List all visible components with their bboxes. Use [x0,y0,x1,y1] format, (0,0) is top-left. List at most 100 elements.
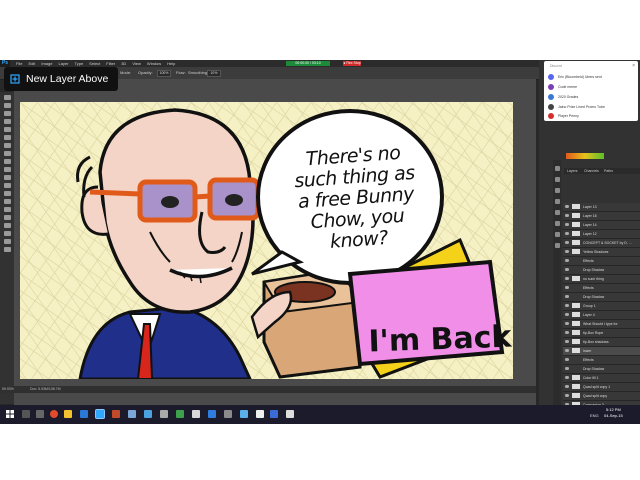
character-panel-icon[interactable] [554,210,560,215]
notification-row[interactable]: Eric (Bloombeld) Ubers sent [548,73,636,81]
menu-filter[interactable]: Filter [106,60,115,67]
eye-icon[interactable] [565,250,569,253]
layer-row[interactable]: Drop Shadow [563,266,640,275]
mail-icon[interactable] [80,410,88,418]
layer-row[interactable]: CONCEPT & SOCKET by D. ... [563,239,640,248]
eye-icon[interactable] [565,205,569,208]
eye-icon[interactable] [565,277,569,280]
app-icon[interactable] [176,410,184,418]
tab-layers[interactable]: Layers [567,169,578,173]
eraser-tool-icon[interactable] [3,175,11,180]
actions-panel-icon[interactable] [554,243,560,248]
eye-icon[interactable] [565,295,569,298]
brush-tool-icon[interactable] [3,151,11,156]
task-view-icon[interactable] [36,410,44,418]
app-icon[interactable] [144,410,152,418]
windows-start-icon[interactable] [6,410,14,418]
adjustments-panel-icon[interactable] [554,188,560,193]
eye-icon[interactable] [565,304,569,307]
app-icon[interactable] [160,410,168,418]
stop-recording-button[interactable]: ● Rec Stop [343,61,361,66]
layer-row[interactable]: Layer 13 [563,203,640,212]
eyedropper-tool-icon[interactable] [3,135,11,140]
menu-image[interactable]: Image [41,60,52,67]
close-icon[interactable]: × [632,63,635,69]
app-icon[interactable] [240,410,248,418]
eye-icon[interactable] [565,385,569,388]
layer-row[interactable]: Layer 14 [563,221,640,230]
eye-icon[interactable] [565,313,569,316]
zoom-level[interactable]: 59.93% [2,387,14,391]
layer-row[interactable]: Layer 18 [563,212,640,221]
app-icon[interactable] [192,410,200,418]
menu-edit[interactable]: Edit [28,60,35,67]
document-canvas[interactable]: There's no such thing as a free Bunny Ch… [20,102,513,379]
layer-row[interactable]: Drop Shadow [563,365,640,374]
move-tool-icon[interactable] [3,95,11,100]
eye-icon[interactable] [565,259,569,262]
menu-select[interactable]: Select [89,60,100,67]
pen-tool-icon[interactable] [3,207,11,212]
layer-row[interactable]: Effects [563,284,640,293]
properties-panel-icon[interactable] [554,177,560,182]
eye-icon[interactable] [565,376,569,379]
menu-file[interactable]: File [16,60,22,67]
eye-icon[interactable] [565,394,569,397]
lasso-tool-icon[interactable] [3,111,11,116]
layer-row[interactable]: What Should I type for [563,320,640,329]
brushes-panel-icon[interactable] [554,199,560,204]
chrome-icon[interactable] [50,410,58,418]
app-icon[interactable] [256,410,264,418]
history-panel-icon[interactable] [554,166,560,171]
eye-icon[interactable] [565,232,569,235]
shape-tool-icon[interactable] [3,231,11,236]
app-icon[interactable] [208,410,216,418]
type-tool-icon[interactable] [3,215,11,220]
eye-icon[interactable] [565,223,569,226]
gradient-tool-icon[interactable] [3,183,11,188]
paragraph-panel-icon[interactable] [554,221,560,226]
dodge-tool-icon[interactable] [3,199,11,204]
info-panel-icon[interactable] [554,232,560,237]
layer-row[interactable]: Quad split copy 1 [563,383,640,392]
blur-tool-icon[interactable] [3,191,11,196]
path-select-tool-icon[interactable] [3,223,11,228]
eye-icon[interactable] [565,214,569,217]
notification-row[interactable]: Jaino Prize Lined Promo Tube [548,103,636,111]
app-icon[interactable] [286,410,294,418]
eye-icon[interactable] [565,331,569,334]
eye-icon[interactable] [565,349,569,352]
eye-icon[interactable] [565,358,569,361]
zoom-tool-icon[interactable] [3,247,11,252]
layer-row[interactable]: Group 1 [563,302,640,311]
eye-icon[interactable] [565,322,569,325]
layer-row[interactable]: Effects [563,356,640,365]
menu-type[interactable]: Type [75,60,84,67]
tab-paths[interactable]: Paths [604,169,613,173]
menu-window[interactable]: Window [147,60,161,67]
language-indicator[interactable]: ENG [590,413,599,418]
layer-row[interactable]: lower [563,347,640,356]
layer-row[interactable]: Layer 4 [563,311,640,320]
layer-row[interactable]: tip-Box Rope [563,329,640,338]
layer-row[interactable]: Yellow Shadows [563,248,640,257]
marquee-tool-icon[interactable] [3,103,11,108]
tab-channels[interactable]: Channels [584,169,599,173]
layer-row[interactable]: Layer 12 [563,230,640,239]
stamp-tool-icon[interactable] [3,159,11,164]
notification-row[interactable]: Player Penny [548,112,636,120]
search-icon[interactable] [22,410,30,418]
quick-select-tool-icon[interactable] [3,119,11,124]
eye-icon[interactable] [565,241,569,244]
hand-tool-icon[interactable] [3,239,11,244]
layer-row[interactable]: no such thing [563,275,640,284]
crop-tool-icon[interactable] [3,127,11,132]
notification-row[interactable]: Code meme [548,83,636,91]
menu-3d[interactable]: 3D [121,60,126,67]
notification-row[interactable]: 2020 Grades [548,93,636,101]
app-icon[interactable] [270,410,278,418]
healing-tool-icon[interactable] [3,143,11,148]
layer-row[interactable]: tip-Box shadows [563,338,640,347]
gradient-swatch[interactable] [566,153,604,159]
layer-row[interactable]: Quad split copy [563,392,640,401]
